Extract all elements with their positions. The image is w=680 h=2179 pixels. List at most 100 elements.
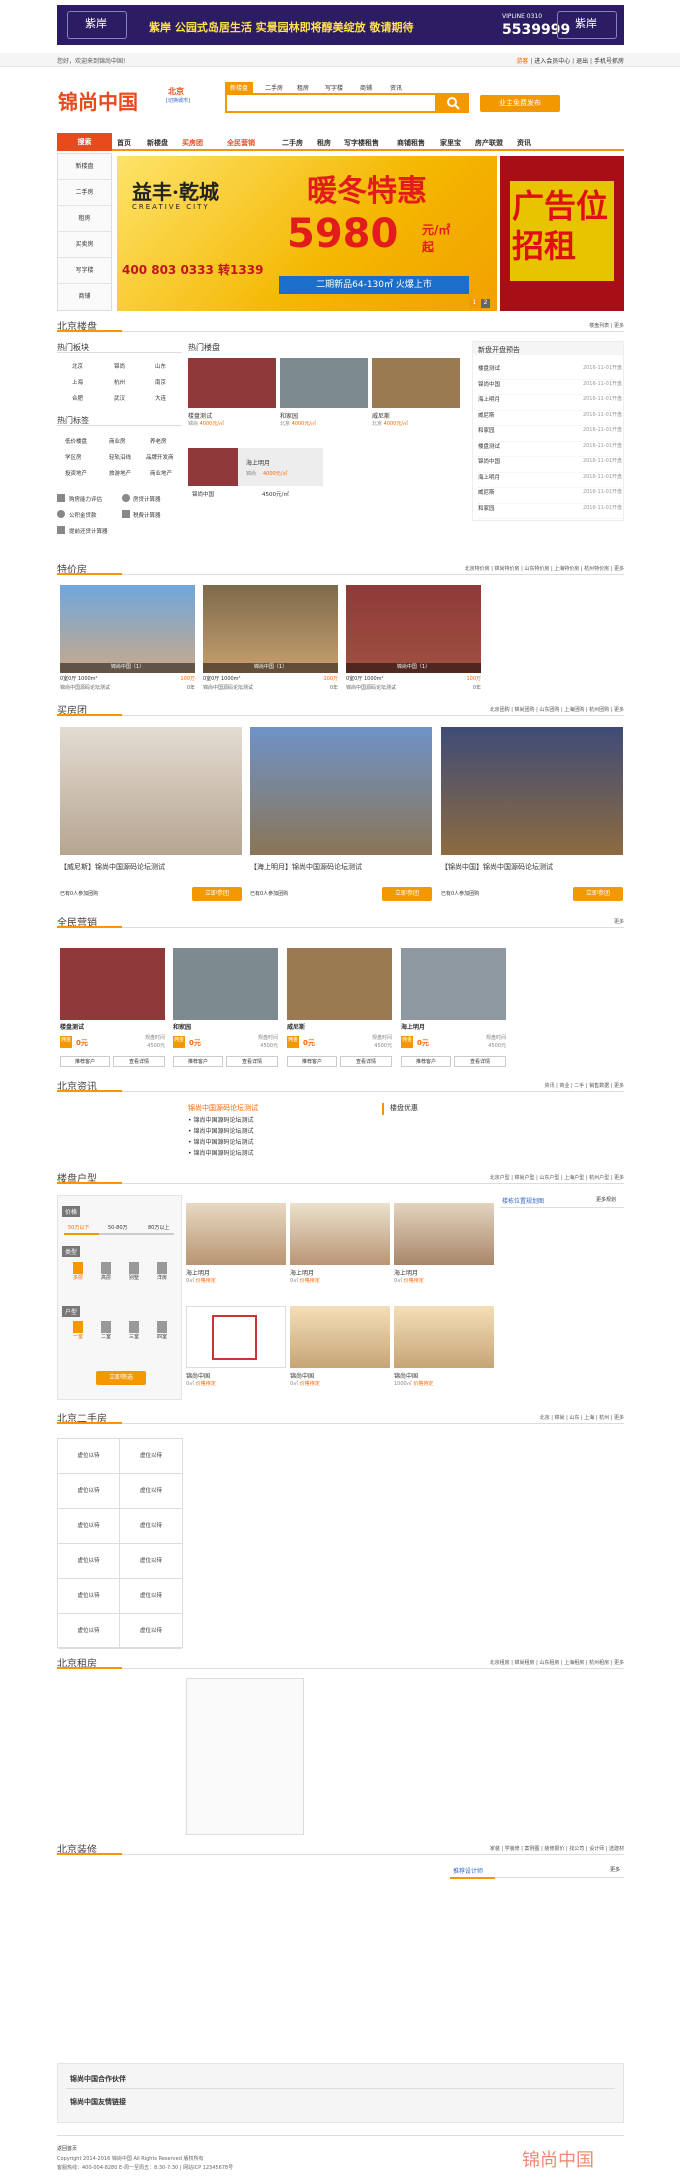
open-item[interactable]: 海上明月 2016-11-01开盘 [478, 473, 622, 488]
price-option[interactable]: 50万以下 [68, 1224, 89, 1231]
section-links[interactable]: 家装 | 学装修 | 案例图 | 装修报价 | 找公司 | 设计师 | 选建材 [490, 1845, 624, 1852]
hot-loupan-card[interactable]: 和家园 北京 4000元/㎡ [280, 358, 368, 438]
tejia-card[interactable]: 锦尚中国（1） 0室0厅 1000m² 100万 锦尚中国源码论坛测试 0年 [346, 585, 481, 695]
detail-button[interactable]: 查看详情 [340, 1056, 392, 1067]
plan-card[interactable]: 海上明月 0㎡ 价格待定 [186, 1203, 286, 1288]
nav-ershou[interactable]: 二手房 [282, 138, 303, 148]
section-links[interactable]: 北京团购 | 锦尚团购 | 山东团购 | 上海团购 | 杭州团购 | 更多 [490, 706, 624, 713]
banner-page-2[interactable]: 2 [481, 299, 490, 308]
area-link[interactable]: 北京 [72, 362, 83, 370]
section-links[interactable]: 北京户型 | 锦尚户型 | 山东户型 | 上海户型 | 杭州户型 | 更多 [490, 1174, 624, 1181]
hero-banner[interactable]: 益丰·乾城 CREATIVE CITY 暖冬特惠 5980 元/㎡起 400 8… [117, 156, 497, 311]
recommend-button[interactable]: 推荐客户 [401, 1056, 451, 1067]
open-item[interactable]: 海上明月 2016-11-01开盘 [478, 395, 622, 411]
hot-loupan-card[interactable]: 楼盘测试 锦尚 4000元/㎡ [188, 358, 276, 438]
section-links[interactable]: 资讯 | 商业 | 二手 | 销售数据 | 更多 [545, 1082, 624, 1089]
nav-search[interactable]: 搜索 [57, 133, 112, 151]
tejia-card[interactable]: 锦尚中国（1） 0室0厅 1000m² 100万 锦尚中国源码论坛测试 0年 [203, 585, 338, 695]
tuangou-join-button[interactable]: 立即参团 [192, 887, 242, 901]
tag-link[interactable]: 低价楼盘 [65, 437, 87, 445]
search-tab-new[interactable]: 新楼盘 [225, 82, 254, 93]
open-item[interactable]: 楼盘测试 2016-11-01开盘 [478, 364, 622, 380]
ershou-slot[interactable]: 虚位以待 [58, 1614, 120, 1649]
side-menu-rent[interactable]: 租房 [58, 206, 111, 232]
top-ad-banner[interactable]: 紫岸 紫岸 公园式岛居生活 实景园林即将醇美绽放 敬请期待 VIPLINE 03… [57, 5, 624, 45]
search-tab-news[interactable]: 资讯 [390, 83, 402, 92]
tuangou-join-button[interactable]: 立即参团 [573, 887, 623, 901]
free-post-button[interactable]: 业主免费发布 [480, 95, 560, 112]
ad-slot[interactable]: 广告位招租 [500, 156, 624, 311]
site-logo[interactable]: 锦尚中国 [58, 86, 138, 115]
side-menu-office[interactable]: 写字楼 [58, 258, 111, 284]
banner-page-1[interactable]: 1 [470, 299, 479, 308]
zixun-item[interactable]: • 锦尚中国源码论坛测试 [188, 1137, 368, 1148]
area-link[interactable]: 锦尚 [114, 362, 125, 370]
ershou-slot[interactable]: 虚位以待 [120, 1474, 182, 1509]
yingxiao-card[interactable]: 和家园 佣金 0元 规盘时间 4500元 推荐客户 查看详情 [173, 948, 278, 1073]
plan-card[interactable]: 海上明月 0㎡ 价格待定 [394, 1203, 494, 1288]
side-menu-new[interactable]: 新楼盘 [58, 154, 111, 180]
type-option[interactable]: 多层 [70, 1262, 86, 1281]
area-link[interactable]: 上海 [72, 378, 83, 386]
designer-more[interactable]: 更多 [610, 1866, 620, 1873]
zixun-item[interactable]: • 锦尚中国源码论坛测试 [188, 1148, 368, 1159]
plan-card[interactable]: 锦尚中国 1000㎡ 价格待定 [394, 1306, 494, 1391]
open-item[interactable]: 威尼斯 2016-11-01开盘 [478, 411, 622, 426]
tag-link[interactable]: 投资地产 [65, 469, 87, 477]
promo-title[interactable]: 楼栋位置规划图 [502, 1196, 544, 1205]
zixun-item[interactable]: • 锦尚中国源码论坛测试 [188, 1126, 368, 1137]
search-tab-shop[interactable]: 商铺 [360, 83, 372, 92]
nav-union[interactable]: 房产联盟 [475, 138, 503, 148]
recommend-button[interactable]: 推荐客户 [287, 1056, 337, 1067]
promo-more[interactable]: 更多规划 [596, 1196, 616, 1203]
room-option[interactable]: 三室 [126, 1321, 142, 1340]
type-option[interactable]: 高层 [98, 1262, 114, 1281]
detail-button[interactable]: 查看详情 [113, 1056, 165, 1067]
section-links[interactable]: 北京租房 | 锦尚租房 | 山东租房 | 上海租房 | 杭州租房 | 更多 [490, 1659, 624, 1666]
open-item[interactable]: 锦尚中国 2016-11-01开盘 [478, 457, 622, 473]
ershou-slot[interactable]: 虚位以待 [120, 1439, 182, 1474]
hot-loupan-featured[interactable]: 海上明月 锦尚 4000元/㎡ [188, 448, 323, 486]
tuangou-card[interactable]: 【威尼斯】锦尚中国源码论坛测试 已有0人参加团购 立即参团 [60, 727, 242, 907]
ershou-slot[interactable]: 虚位以待 [120, 1614, 182, 1649]
nav-news[interactable]: 资讯 [517, 138, 531, 148]
type-option[interactable]: 洋房 [154, 1262, 170, 1281]
yingxiao-card[interactable]: 楼盘测试 佣金 0元 规盘时间 4500元 推荐客户 查看详情 [60, 948, 165, 1073]
ershou-slot[interactable]: 虚位以待 [120, 1509, 182, 1544]
recommend-button[interactable]: 推荐客户 [60, 1056, 110, 1067]
yingxiao-card[interactable]: 海上明月 佣金 0元 规盘时间 4500元 推荐客户 查看详情 [401, 948, 506, 1073]
yingxiao-card[interactable]: 威尼斯 佣金 0元 规盘时间 4500元 推荐客户 查看详情 [287, 948, 392, 1073]
detail-button[interactable]: 查看详情 [226, 1056, 278, 1067]
ershou-slot[interactable]: 虚位以待 [58, 1579, 120, 1614]
area-link[interactable]: 武汉 [114, 394, 125, 402]
nav-tuangou[interactable]: 买房团 [182, 138, 203, 148]
area-link[interactable]: 大连 [155, 394, 166, 402]
search-tab-second[interactable]: 二手房 [265, 83, 283, 92]
tag-link[interactable]: 旅游地产 [109, 469, 131, 477]
ershou-slot[interactable]: 虚位以待 [58, 1544, 120, 1579]
side-menu-shop[interactable]: 商铺 [58, 284, 111, 310]
plan-card[interactable]: 海上明月 0㎡ 价格待定 [290, 1203, 390, 1288]
open-item[interactable]: 威尼斯 2016-11-01开盘 [478, 488, 622, 504]
open-item[interactable]: 锦尚中国 2016-11-01开盘 [478, 380, 622, 395]
open-item[interactable]: 楼盘测试 2016-11-01开盘 [478, 442, 622, 457]
open-item[interactable]: 和家园 2016-11-01开盘 [478, 426, 622, 442]
search-tab-office[interactable]: 写字楼 [325, 83, 343, 92]
side-menu-second[interactable]: 二手房 [58, 180, 111, 206]
tool-link[interactable]: 提前还贷计算器 [69, 527, 108, 535]
logout-link[interactable]: 退出 [576, 58, 588, 65]
tag-link[interactable]: 轻轨沿线 [109, 453, 131, 461]
tag-link[interactable]: 学区房 [65, 453, 82, 461]
area-link[interactable]: 合肥 [72, 394, 83, 402]
area-link[interactable]: 南京 [155, 378, 166, 386]
ershou-slot[interactable]: 虚位以待 [120, 1579, 182, 1614]
section-links[interactable]: 北京 | 锦尚 | 山东 | 上海 | 杭州 | 更多 [540, 1414, 624, 1421]
search-input[interactable] [225, 93, 437, 113]
nav-new[interactable]: 新楼盘 [147, 138, 168, 148]
tag-link[interactable]: 品牌开发商 [146, 453, 174, 461]
member-center-link[interactable]: 进入会员中心 [534, 58, 570, 65]
open-item[interactable]: 和家园 2016-11-01开盘 [478, 504, 622, 519]
ershou-slot[interactable]: 虚位以待 [58, 1439, 120, 1474]
search-tab-rent[interactable]: 租房 [297, 83, 309, 92]
tool-link[interactable]: 公积金贷款 [69, 511, 97, 519]
